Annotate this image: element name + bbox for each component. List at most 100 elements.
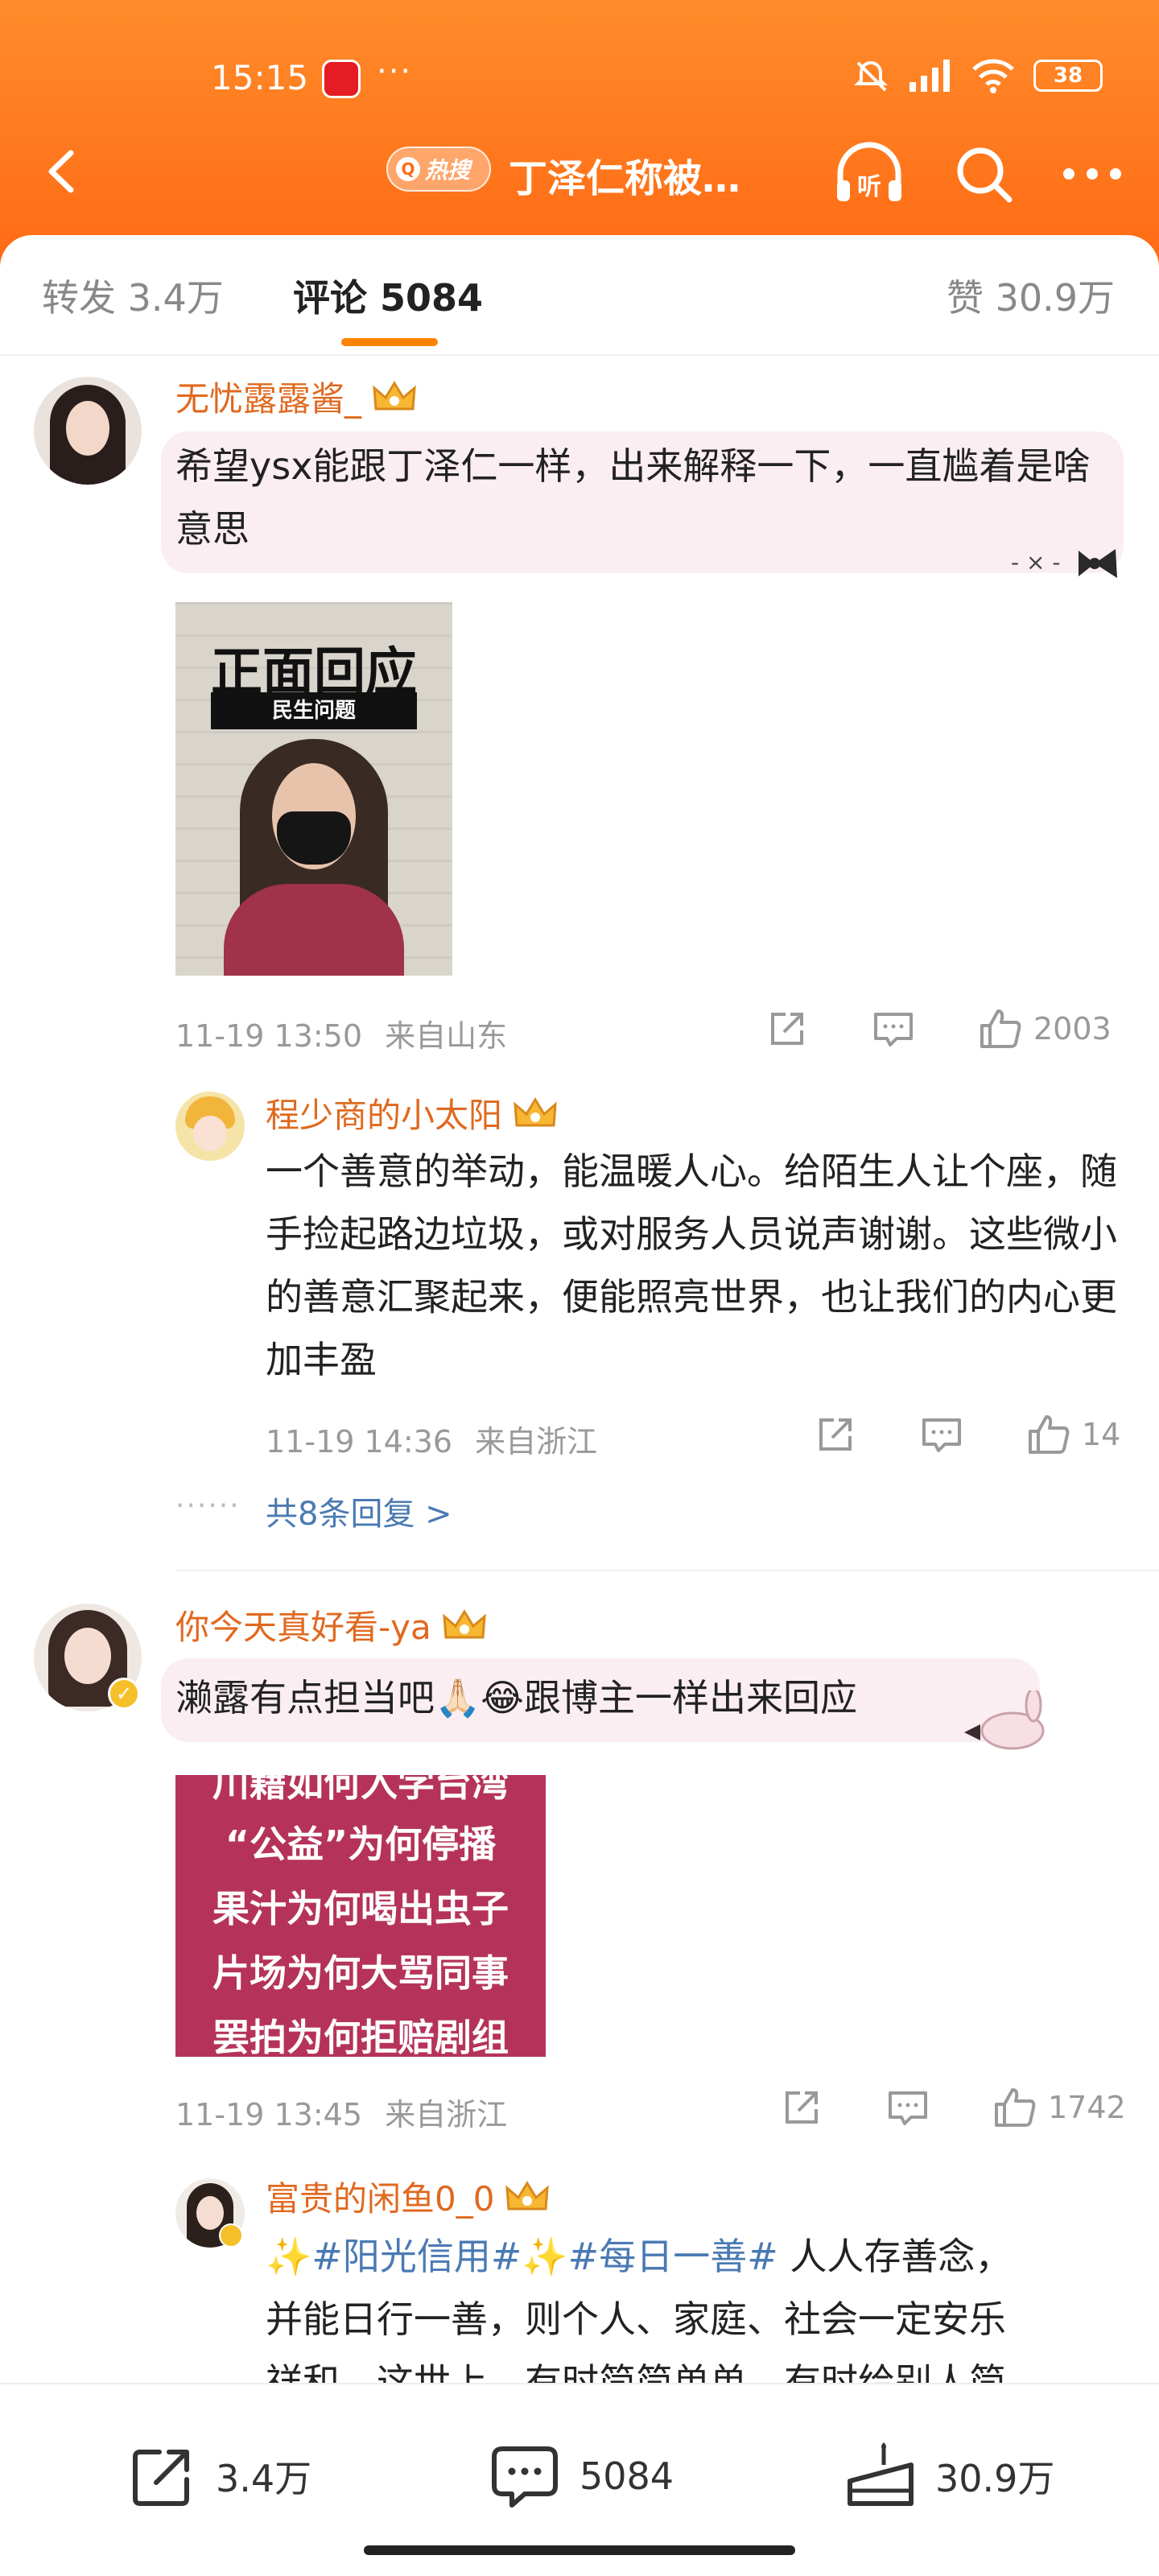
reply-time: 11-19 14:36 (266, 1424, 453, 1459)
header: 15:15 ··· 38 Q 热搜 丁泽仁称被… 听 (0, 0, 1159, 266)
image-subtitle: 民生问题 (211, 692, 417, 729)
image-text-line: 果汁为何喝出虫子 (212, 1887, 509, 1930)
bottom-like-count: 30.9万 (935, 2457, 1055, 2500)
tab-comments[interactable]: 评论 5084 (293, 269, 483, 322)
image-figure-mask (277, 811, 351, 865)
status-icons: 38 (852, 56, 1103, 95)
cake-like-icon (848, 2442, 914, 2506)
reply-username-text[interactable]: 程少商的小太阳 (266, 1096, 502, 1135)
comment-actions: 1742 (779, 2085, 1126, 2130)
image-figure-body (224, 884, 404, 976)
like-button[interactable]: 1742 (992, 2085, 1126, 2130)
verified-badge (219, 2223, 243, 2248)
comment-divider (175, 1570, 1159, 1571)
image-text-line: “公益”为何停播 (225, 1823, 497, 1866)
reply-avatar[interactable] (175, 1092, 245, 1161)
tab-bar: 转发 3.4万 评论 5084 赞 30.9万 (0, 235, 1159, 356)
hashtag-link[interactable]: ✨#阳光信用# (266, 2235, 522, 2278)
like-count: 1742 (1048, 2090, 1126, 2125)
reply-username[interactable]: 富贵的闲鱼0_0 (266, 2172, 551, 2221)
like-count: 14 (1082, 1417, 1121, 1452)
comment-image[interactable]: 川籍如何入学台湾 “公益”为何停播 果汁为何喝出虫子 片场为何大骂同事 罢拍为何… (175, 1775, 546, 2057)
reply-meta: 11-19 14:36 来自浙江 (266, 1417, 597, 1461)
tab-underline (341, 338, 438, 346)
comment-time: 11-19 13:45 (175, 2097, 363, 2132)
app-notification-icon (322, 60, 361, 98)
comment-image[interactable]: 正面回应 民生问题 (175, 602, 452, 976)
crown-icon (373, 381, 416, 411)
comment-meta: 11-19 13:45 来自浙江 (175, 2090, 507, 2134)
verified-badge: ✓ (108, 1678, 140, 1710)
tab-repost[interactable]: 转发 3.4万 (42, 269, 224, 322)
comment-location: 来自浙江 (385, 2097, 508, 2132)
username-text[interactable]: 你今天真好看-ya (175, 1608, 431, 1647)
mute-icon (854, 61, 888, 92)
screen: 15:15 ··· 38 Q 热搜 丁泽仁称被… 听 转发 3.4万 评论 50… (0, 0, 1159, 2576)
bottom-comment-count: 5084 (580, 2454, 674, 2498)
comment-text: 希望ysx能跟丁泽仁一样，出来解释一下，一直尴着是啥意思 (175, 444, 1091, 551)
hot-search-label: 热搜 (425, 157, 471, 184)
hashtag-link[interactable]: ✨#每日一善# (522, 2235, 777, 2278)
reply-actions: 14 (813, 1412, 1120, 1457)
bottom-repost-count: 3.4万 (216, 2457, 312, 2500)
crown-icon (514, 1097, 557, 1127)
status-more: ··· (377, 53, 413, 90)
repost-icon (133, 2450, 189, 2506)
more-replies-dots: ······ (175, 1489, 241, 1522)
comment-icon[interactable] (871, 1006, 916, 1051)
like-icon (1029, 1415, 1070, 1454)
signal-icon (909, 60, 950, 92)
username-text[interactable]: 无忧露露酱_ (175, 379, 361, 419)
comment-time: 11-19 13:50 (175, 1018, 363, 1054)
comment-icon[interactable] (919, 1412, 964, 1457)
reply-location: 来自浙江 (475, 1424, 598, 1459)
comment-username[interactable]: 你今天真好看-ya (175, 1600, 488, 1649)
image-text-line: 罢拍为何拒赔剧组 (212, 2016, 509, 2057)
listen-icon[interactable]: 听 (832, 142, 906, 206)
comment-text: 濑露有点担当吧🙏🏻😂跟博主一样出来回应 (175, 1676, 858, 1719)
crown-icon (442, 1609, 486, 1639)
like-button[interactable]: 2003 (977, 1006, 1112, 1051)
more-icon[interactable] (1061, 166, 1124, 182)
svg-text:听: 听 (857, 173, 881, 201)
share-icon[interactable] (813, 1412, 858, 1457)
comment-meta: 11-19 13:50 来自山东 (175, 1011, 507, 1055)
search-icon[interactable] (953, 143, 1014, 204)
reply-text-part: 人人存善念， (777, 2235, 1013, 2278)
share-icon[interactable] (779, 2085, 824, 2130)
comment-username[interactable]: 无忧露露酱_ (175, 372, 418, 421)
like-icon (980, 1009, 1021, 1048)
comment-icon[interactable] (885, 2085, 930, 2130)
tab-likes[interactable]: 赞 30.9万 (947, 269, 1115, 322)
image-text-line: 川籍如何入学台湾 (212, 1775, 509, 1805)
nav-actions: 听 (832, 142, 1124, 206)
status-bar: 15:15 ··· 38 (0, 48, 1159, 113)
battery-icon: 38 (1033, 60, 1103, 92)
bottom-repost-button[interactable]: 3.4万 (127, 2441, 311, 2512)
status-time: 15:15 (211, 58, 309, 97)
like-button[interactable]: 14 (1025, 1412, 1120, 1457)
comment-actions: 2003 (765, 1006, 1112, 1051)
hot-search-badge[interactable]: Q 热搜 (386, 147, 491, 192)
nav-bar: Q 热搜 丁泽仁称被… 听 (0, 129, 1159, 217)
like-count: 2003 (1033, 1011, 1112, 1046)
share-icon[interactable] (765, 1006, 810, 1051)
comment-icon (492, 2446, 558, 2508)
avatar[interactable] (34, 377, 142, 485)
image-text-line: 片场为何大骂同事 (212, 1951, 509, 1995)
page-title: 丁泽仁称被… (509, 156, 741, 201)
search-small-icon: Q (396, 157, 420, 181)
bottom-like-button[interactable]: 30.9万 (843, 2441, 1054, 2512)
home-indicator[interactable] (364, 2545, 795, 2555)
bottom-comment-button[interactable]: 5084 (488, 2441, 674, 2512)
reply-username-text[interactable]: 富贵的闲鱼0_0 (266, 2179, 494, 2219)
wifi-icon (972, 59, 1014, 93)
more-replies-link[interactable]: 共8条回复 > (266, 1488, 452, 1534)
reply-text-part: 并能日行一善，则个人、家庭、社会一定安乐 (266, 2297, 1006, 2341)
crown-icon (505, 2181, 550, 2211)
reply-text: 一个善意的举动，能温暖人心。给陌生人让个座，随手捡起路边垃圾，或对服务人员说声谢… (266, 1150, 1117, 1381)
back-icon[interactable] (35, 143, 92, 200)
like-icon (995, 2088, 1036, 2127)
comment-location: 来自山东 (385, 1018, 508, 1054)
reply-username[interactable]: 程少商的小太阳 (266, 1088, 559, 1137)
